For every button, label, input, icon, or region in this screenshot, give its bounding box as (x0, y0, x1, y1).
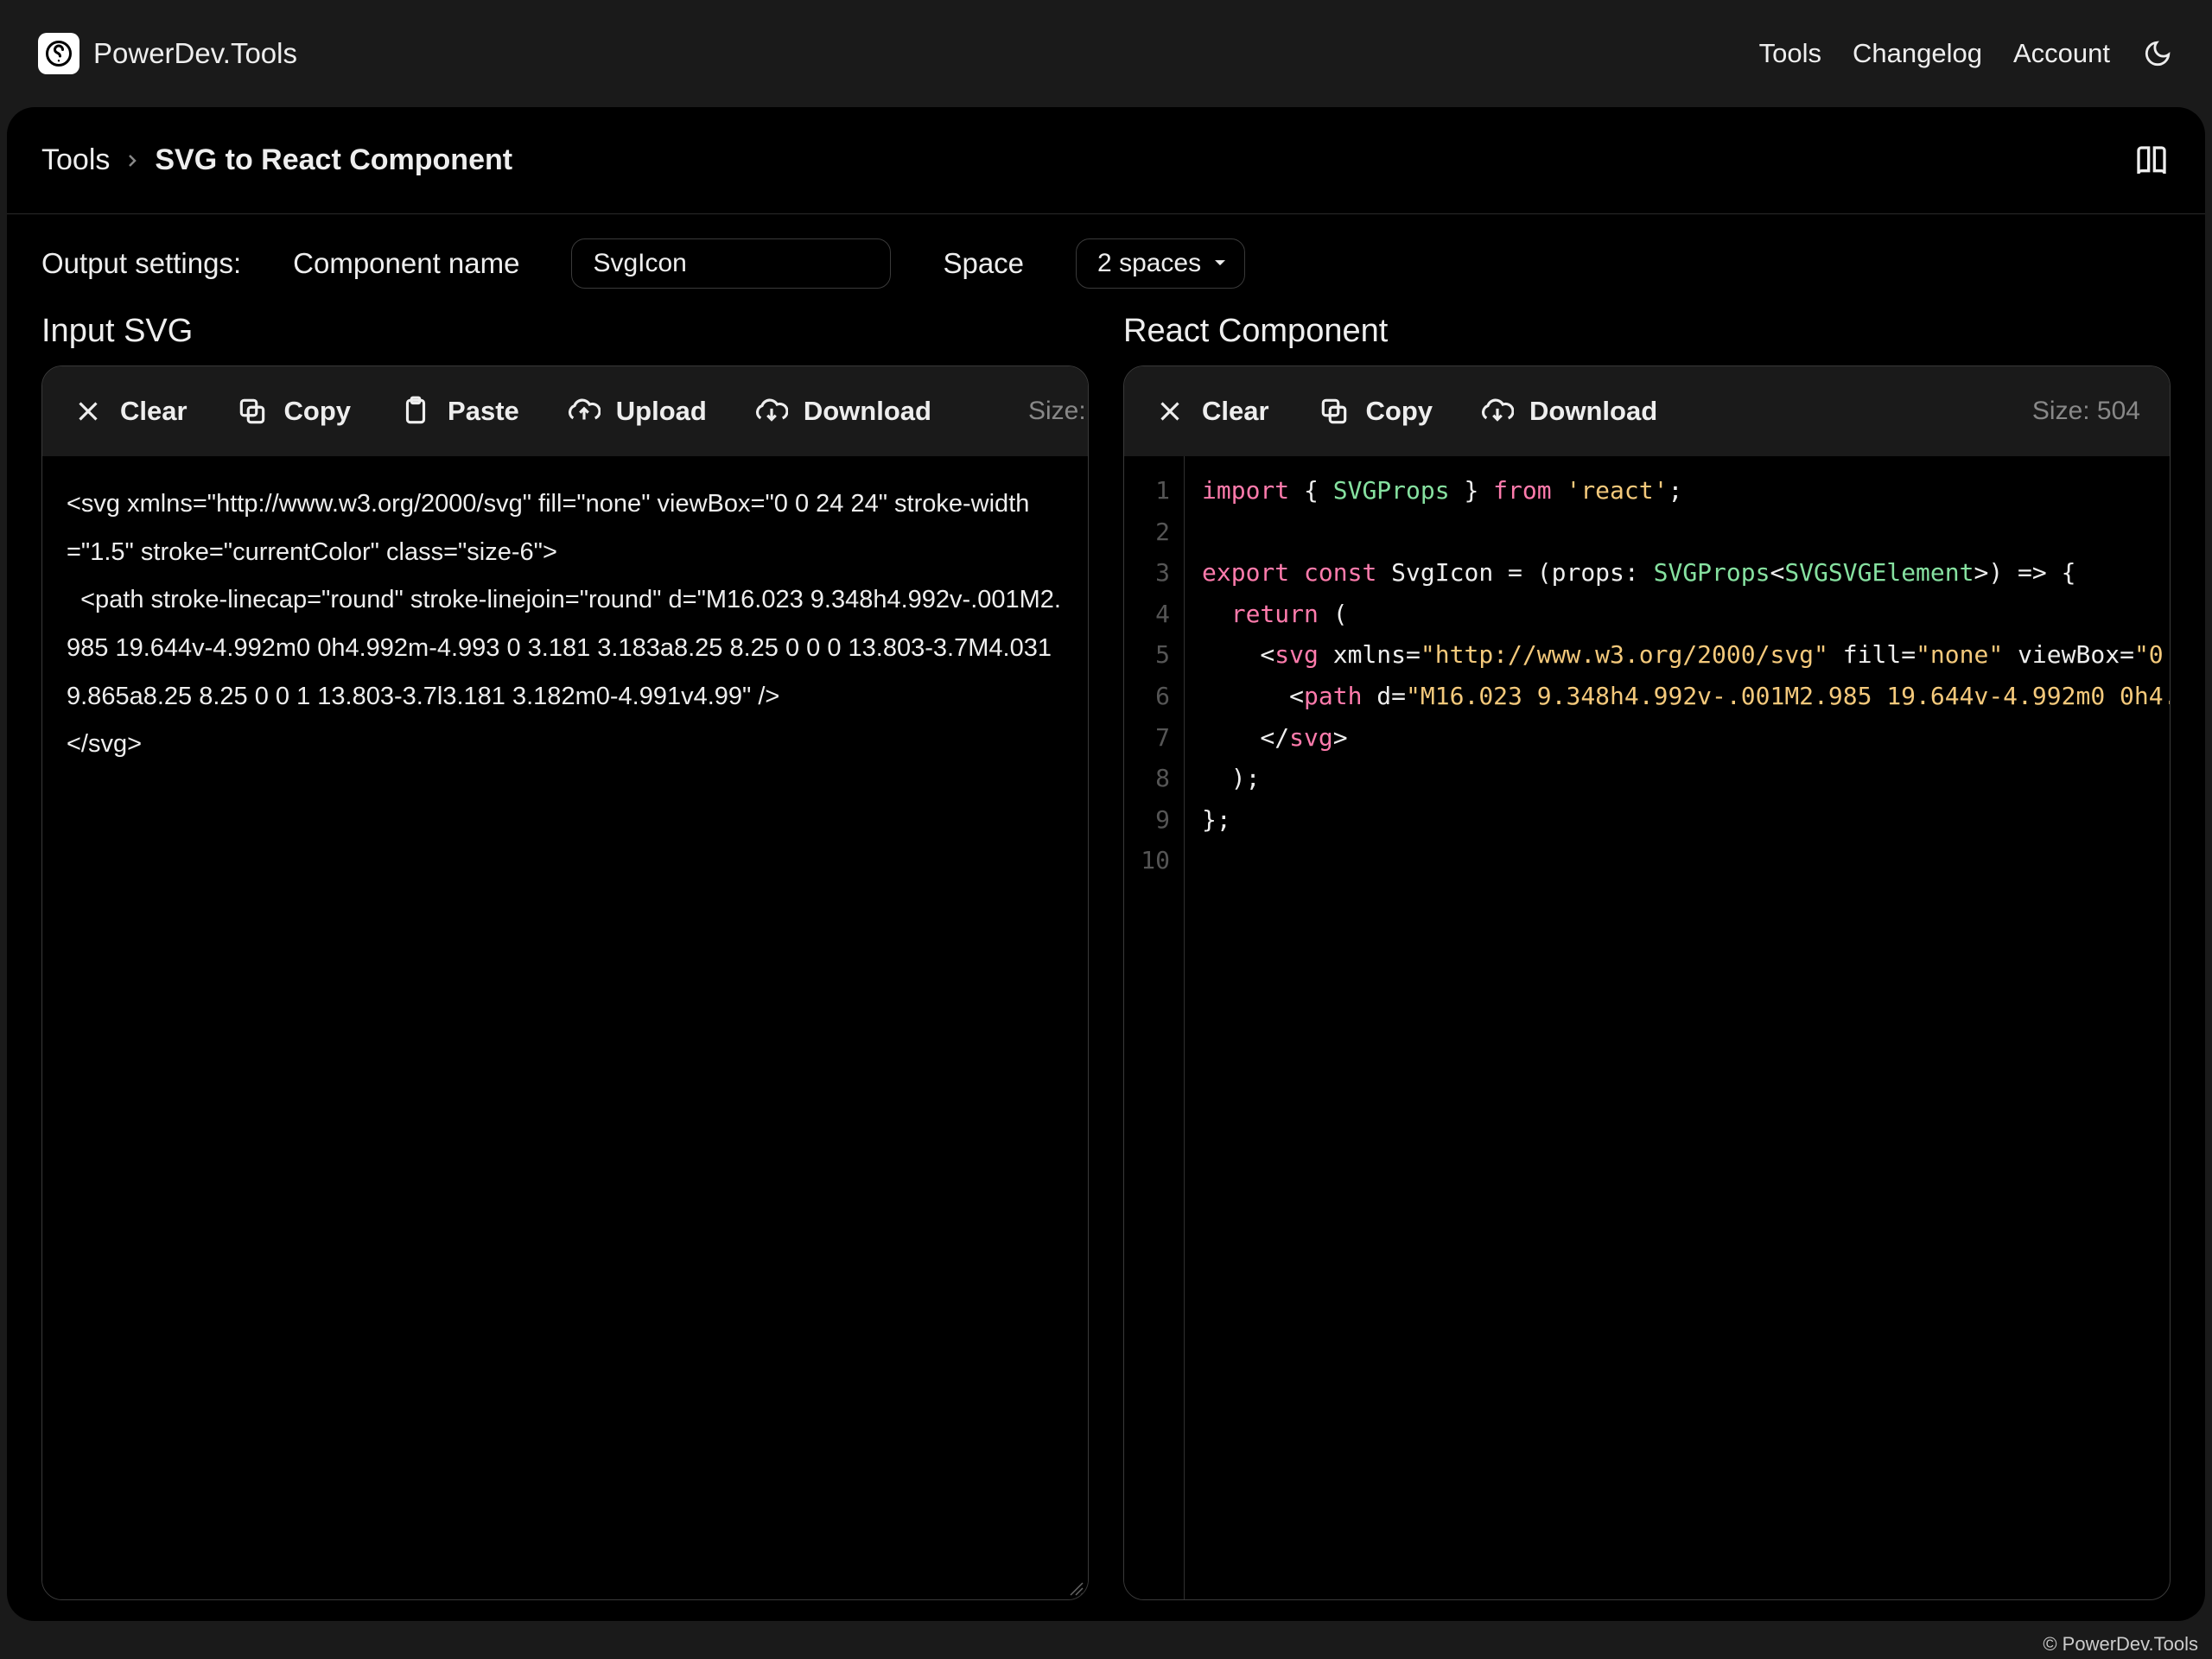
paste-button[interactable]: Paste (399, 395, 519, 428)
editors: Input SVG Clear Copy Paste (7, 313, 2205, 1621)
footer-copyright: © PowerDev.Tools (2043, 1633, 2198, 1656)
component-name-label: Component name (293, 247, 519, 280)
component-name-input[interactable] (571, 238, 891, 289)
book-icon[interactable] (2133, 142, 2171, 180)
top-nav: PowerDev.Tools Tools Changelog Account (0, 0, 2212, 107)
chevron-right-icon (122, 150, 143, 171)
nav-link-account[interactable]: Account (2013, 38, 2110, 69)
download-label: Download (804, 396, 931, 427)
nav-link-tools[interactable]: Tools (1759, 38, 1821, 69)
caret-down-icon (1211, 249, 1229, 278)
copy-label: Copy (1366, 396, 1433, 427)
breadcrumb-current: SVG to React Component (155, 143, 512, 177)
output-code-area[interactable]: 12345678910 import { SVGProps } from 're… (1124, 456, 2170, 1599)
copy-button[interactable]: Copy (236, 395, 352, 428)
brand-logo-icon (38, 33, 79, 74)
breadcrumb-parent[interactable]: Tools (41, 143, 110, 177)
breadcrumb: Tools SVG to React Component (7, 107, 2205, 214)
download-button[interactable]: Download (755, 395, 931, 428)
upload-label: Upload (616, 396, 707, 427)
react-output-column: React Component Clear Copy Download (1123, 313, 2171, 1600)
output-settings-label: Output settings: (41, 247, 241, 280)
input-toolbar: Clear Copy Paste Upload (42, 366, 1088, 456)
output-code-lines: import { SVGProps } from 'react'; export… (1185, 456, 2170, 1599)
space-select-value: 2 spaces (1097, 249, 1201, 278)
clear-label: Clear (120, 396, 188, 427)
moon-icon[interactable] (2141, 37, 2174, 70)
output-size-label: Size: 504 (2032, 397, 2140, 426)
input-size-label: Size: 3 (1028, 397, 1088, 426)
input-svg-box: Clear Copy Paste Upload (41, 365, 1089, 1600)
main-panel: Tools SVG to React Component Output sett… (7, 107, 2205, 1621)
nav-links: Tools Changelog Account (1759, 37, 2174, 70)
input-svg-column: Input SVG Clear Copy Paste (41, 313, 1089, 1600)
paste-label: Paste (448, 396, 519, 427)
space-select[interactable]: 2 spaces (1076, 238, 1245, 289)
nav-link-changelog[interactable]: Changelog (1853, 38, 1982, 69)
clear-button[interactable]: Clear (72, 395, 188, 428)
brand[interactable]: PowerDev.Tools (38, 33, 297, 74)
clear-label: Clear (1202, 396, 1269, 427)
download-label: Download (1529, 396, 1657, 427)
gutter: 12345678910 (1124, 456, 1185, 1599)
space-label: Space (943, 247, 1024, 280)
input-svg-textarea[interactable] (42, 456, 1088, 1599)
clear-button[interactable]: Clear (1154, 395, 1269, 428)
input-svg-title: Input SVG (41, 313, 1089, 350)
download-button[interactable]: Download (1481, 395, 1657, 428)
output-toolbar: Clear Copy Download Size: 504 (1124, 366, 2170, 456)
upload-button[interactable]: Upload (568, 395, 707, 428)
output-settings: Output settings: Component name Space 2 … (7, 214, 2205, 313)
copy-button[interactable]: Copy (1318, 395, 1433, 428)
react-output-box: Clear Copy Download Size: 504 1234567891… (1123, 365, 2171, 1600)
brand-name: PowerDev.Tools (93, 37, 297, 70)
copy-label: Copy (284, 396, 352, 427)
react-output-title: React Component (1123, 313, 2171, 350)
